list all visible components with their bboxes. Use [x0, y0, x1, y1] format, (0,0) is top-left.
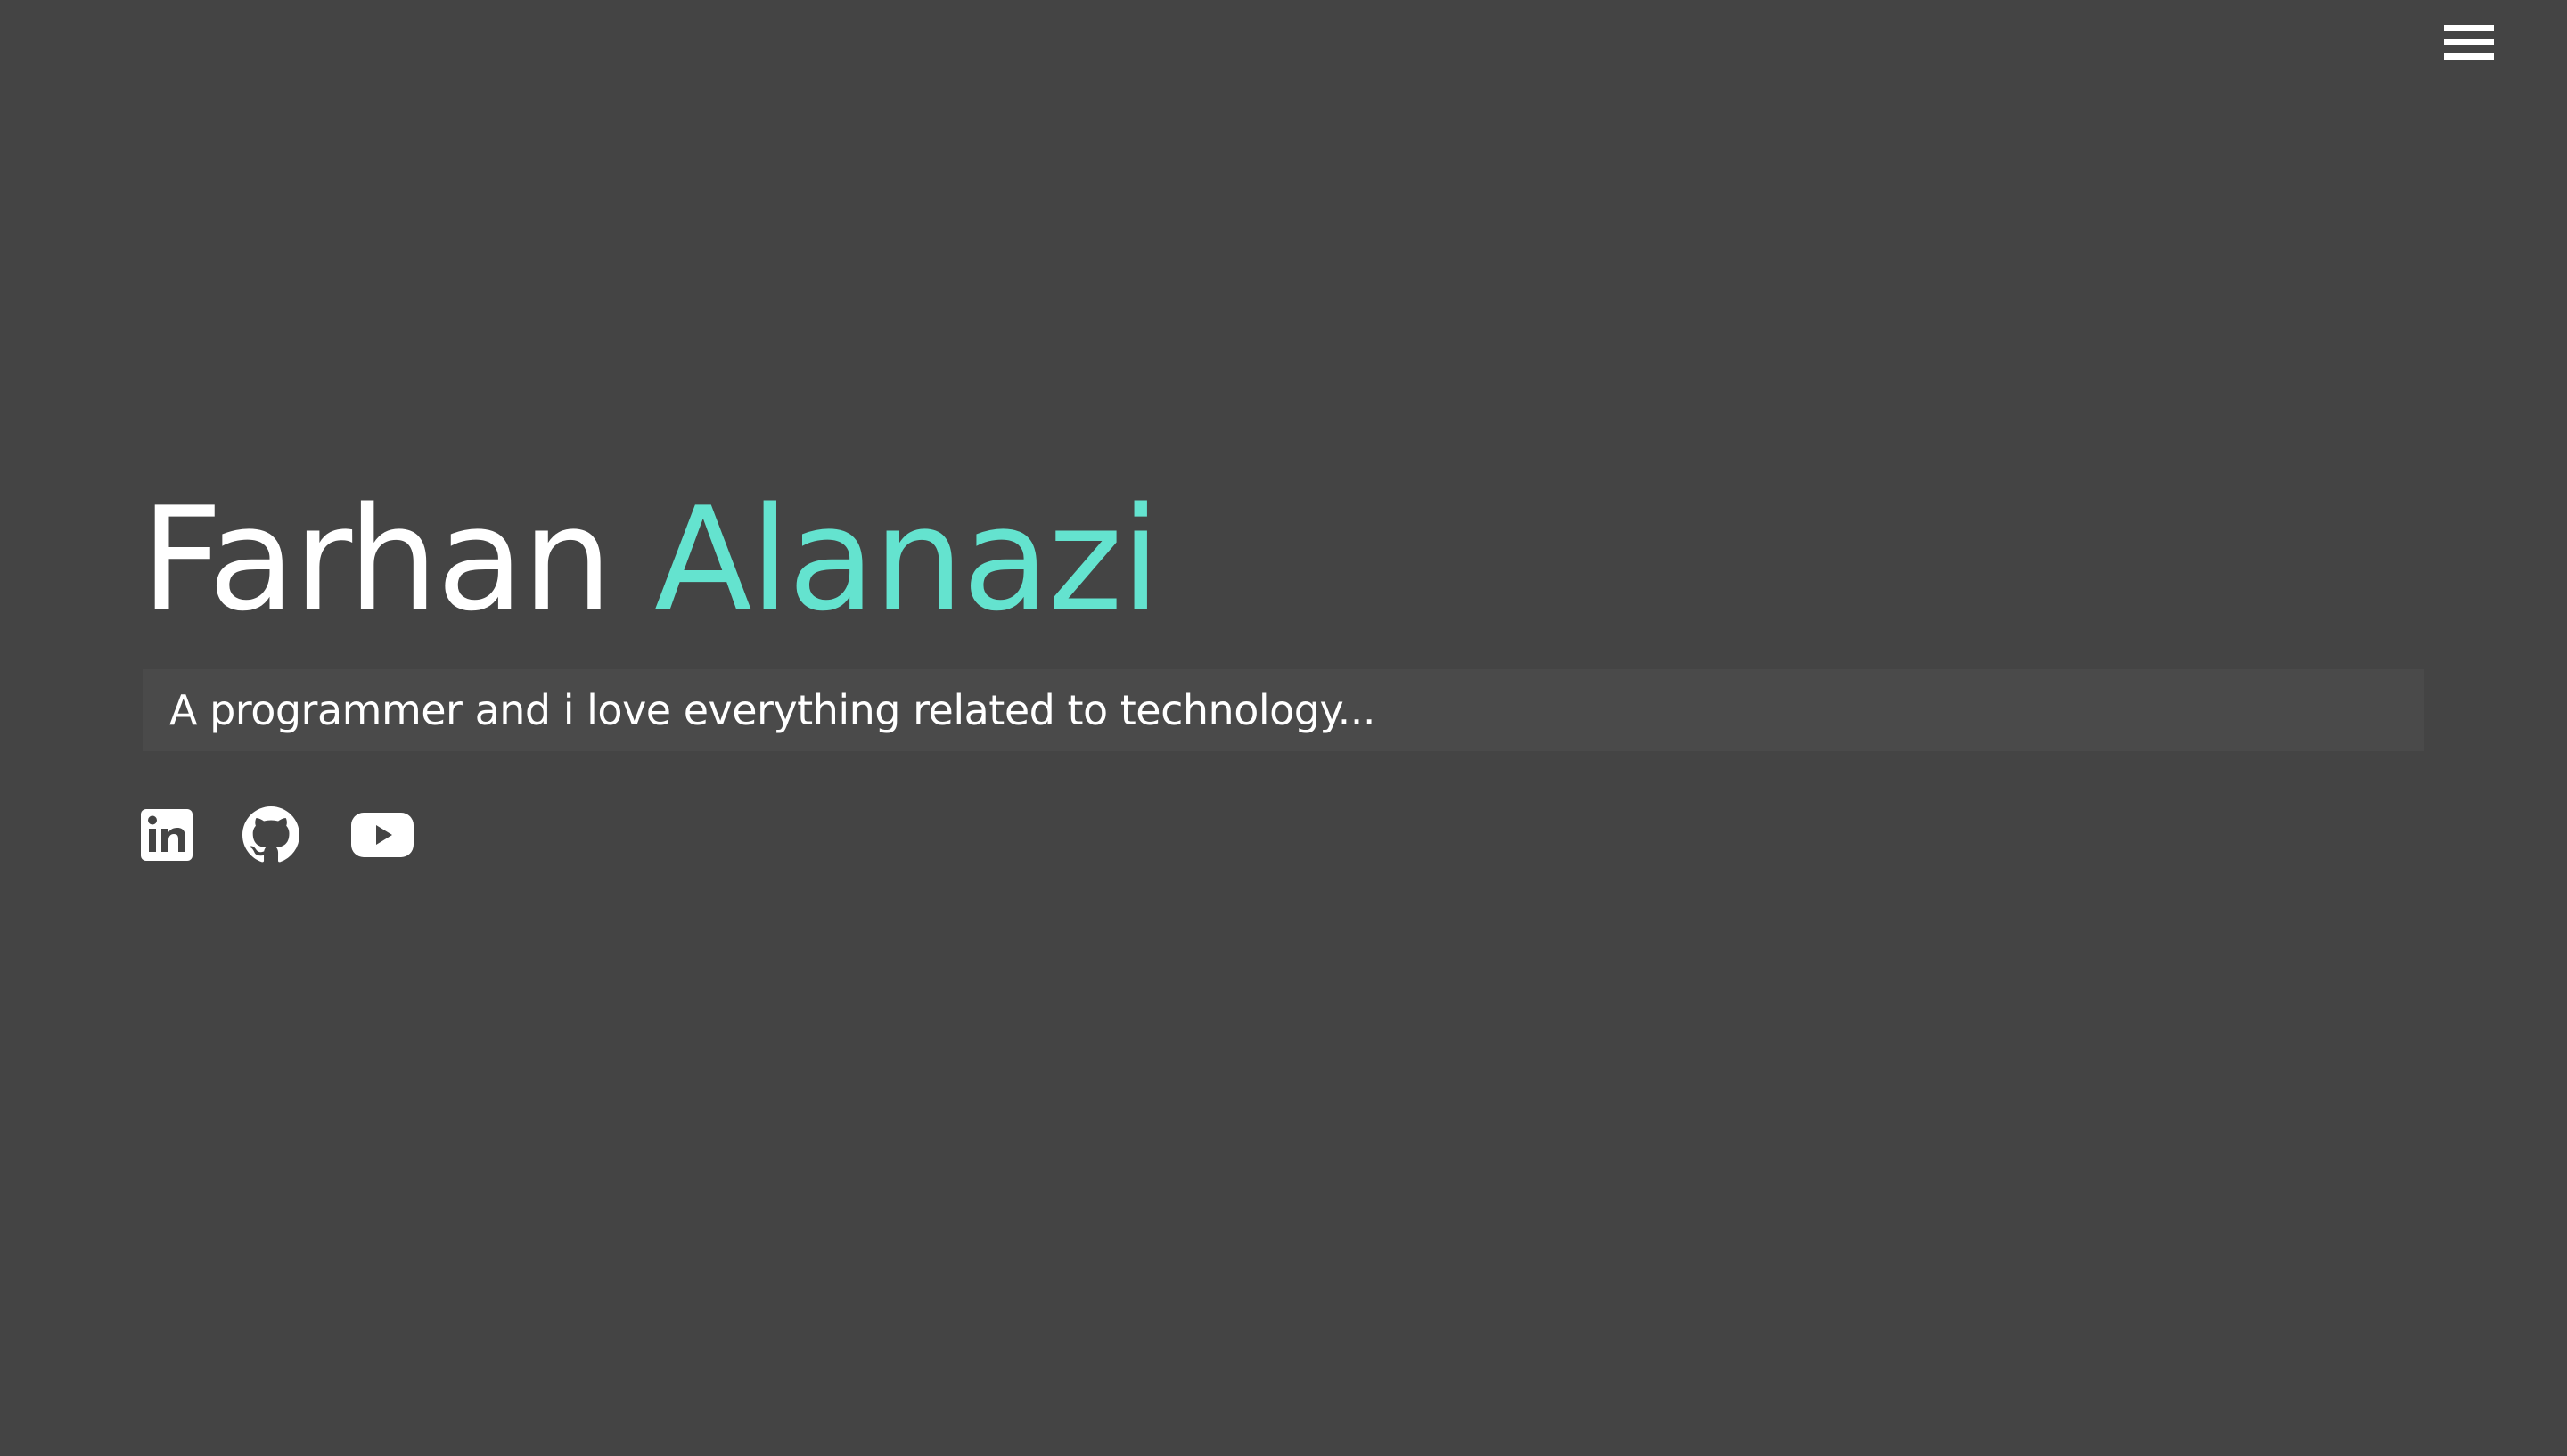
menu-bar-middle [2444, 39, 2494, 45]
linkedin-icon [141, 809, 193, 861]
hamburger-menu-icon[interactable] [2440, 25, 2494, 70]
github-icon [242, 806, 299, 863]
hero-name: Farhan Alanazi [141, 488, 1160, 631]
linkedin-link[interactable] [141, 806, 193, 863]
menu-bar-top [2444, 25, 2494, 31]
github-link[interactable] [242, 806, 299, 863]
first-name: Farhan [141, 476, 612, 642]
page: Farhan Alanazi A programmer and i love e… [0, 0, 2567, 1456]
youtube-icon [351, 813, 414, 857]
youtube-link[interactable] [351, 806, 414, 863]
menu-bar-bottom [2444, 53, 2494, 60]
tagline: A programmer and i love everything relat… [169, 686, 1376, 734]
last-name: Alanazi [654, 476, 1160, 642]
tagline-box: A programmer and i love everything relat… [143, 669, 2424, 751]
